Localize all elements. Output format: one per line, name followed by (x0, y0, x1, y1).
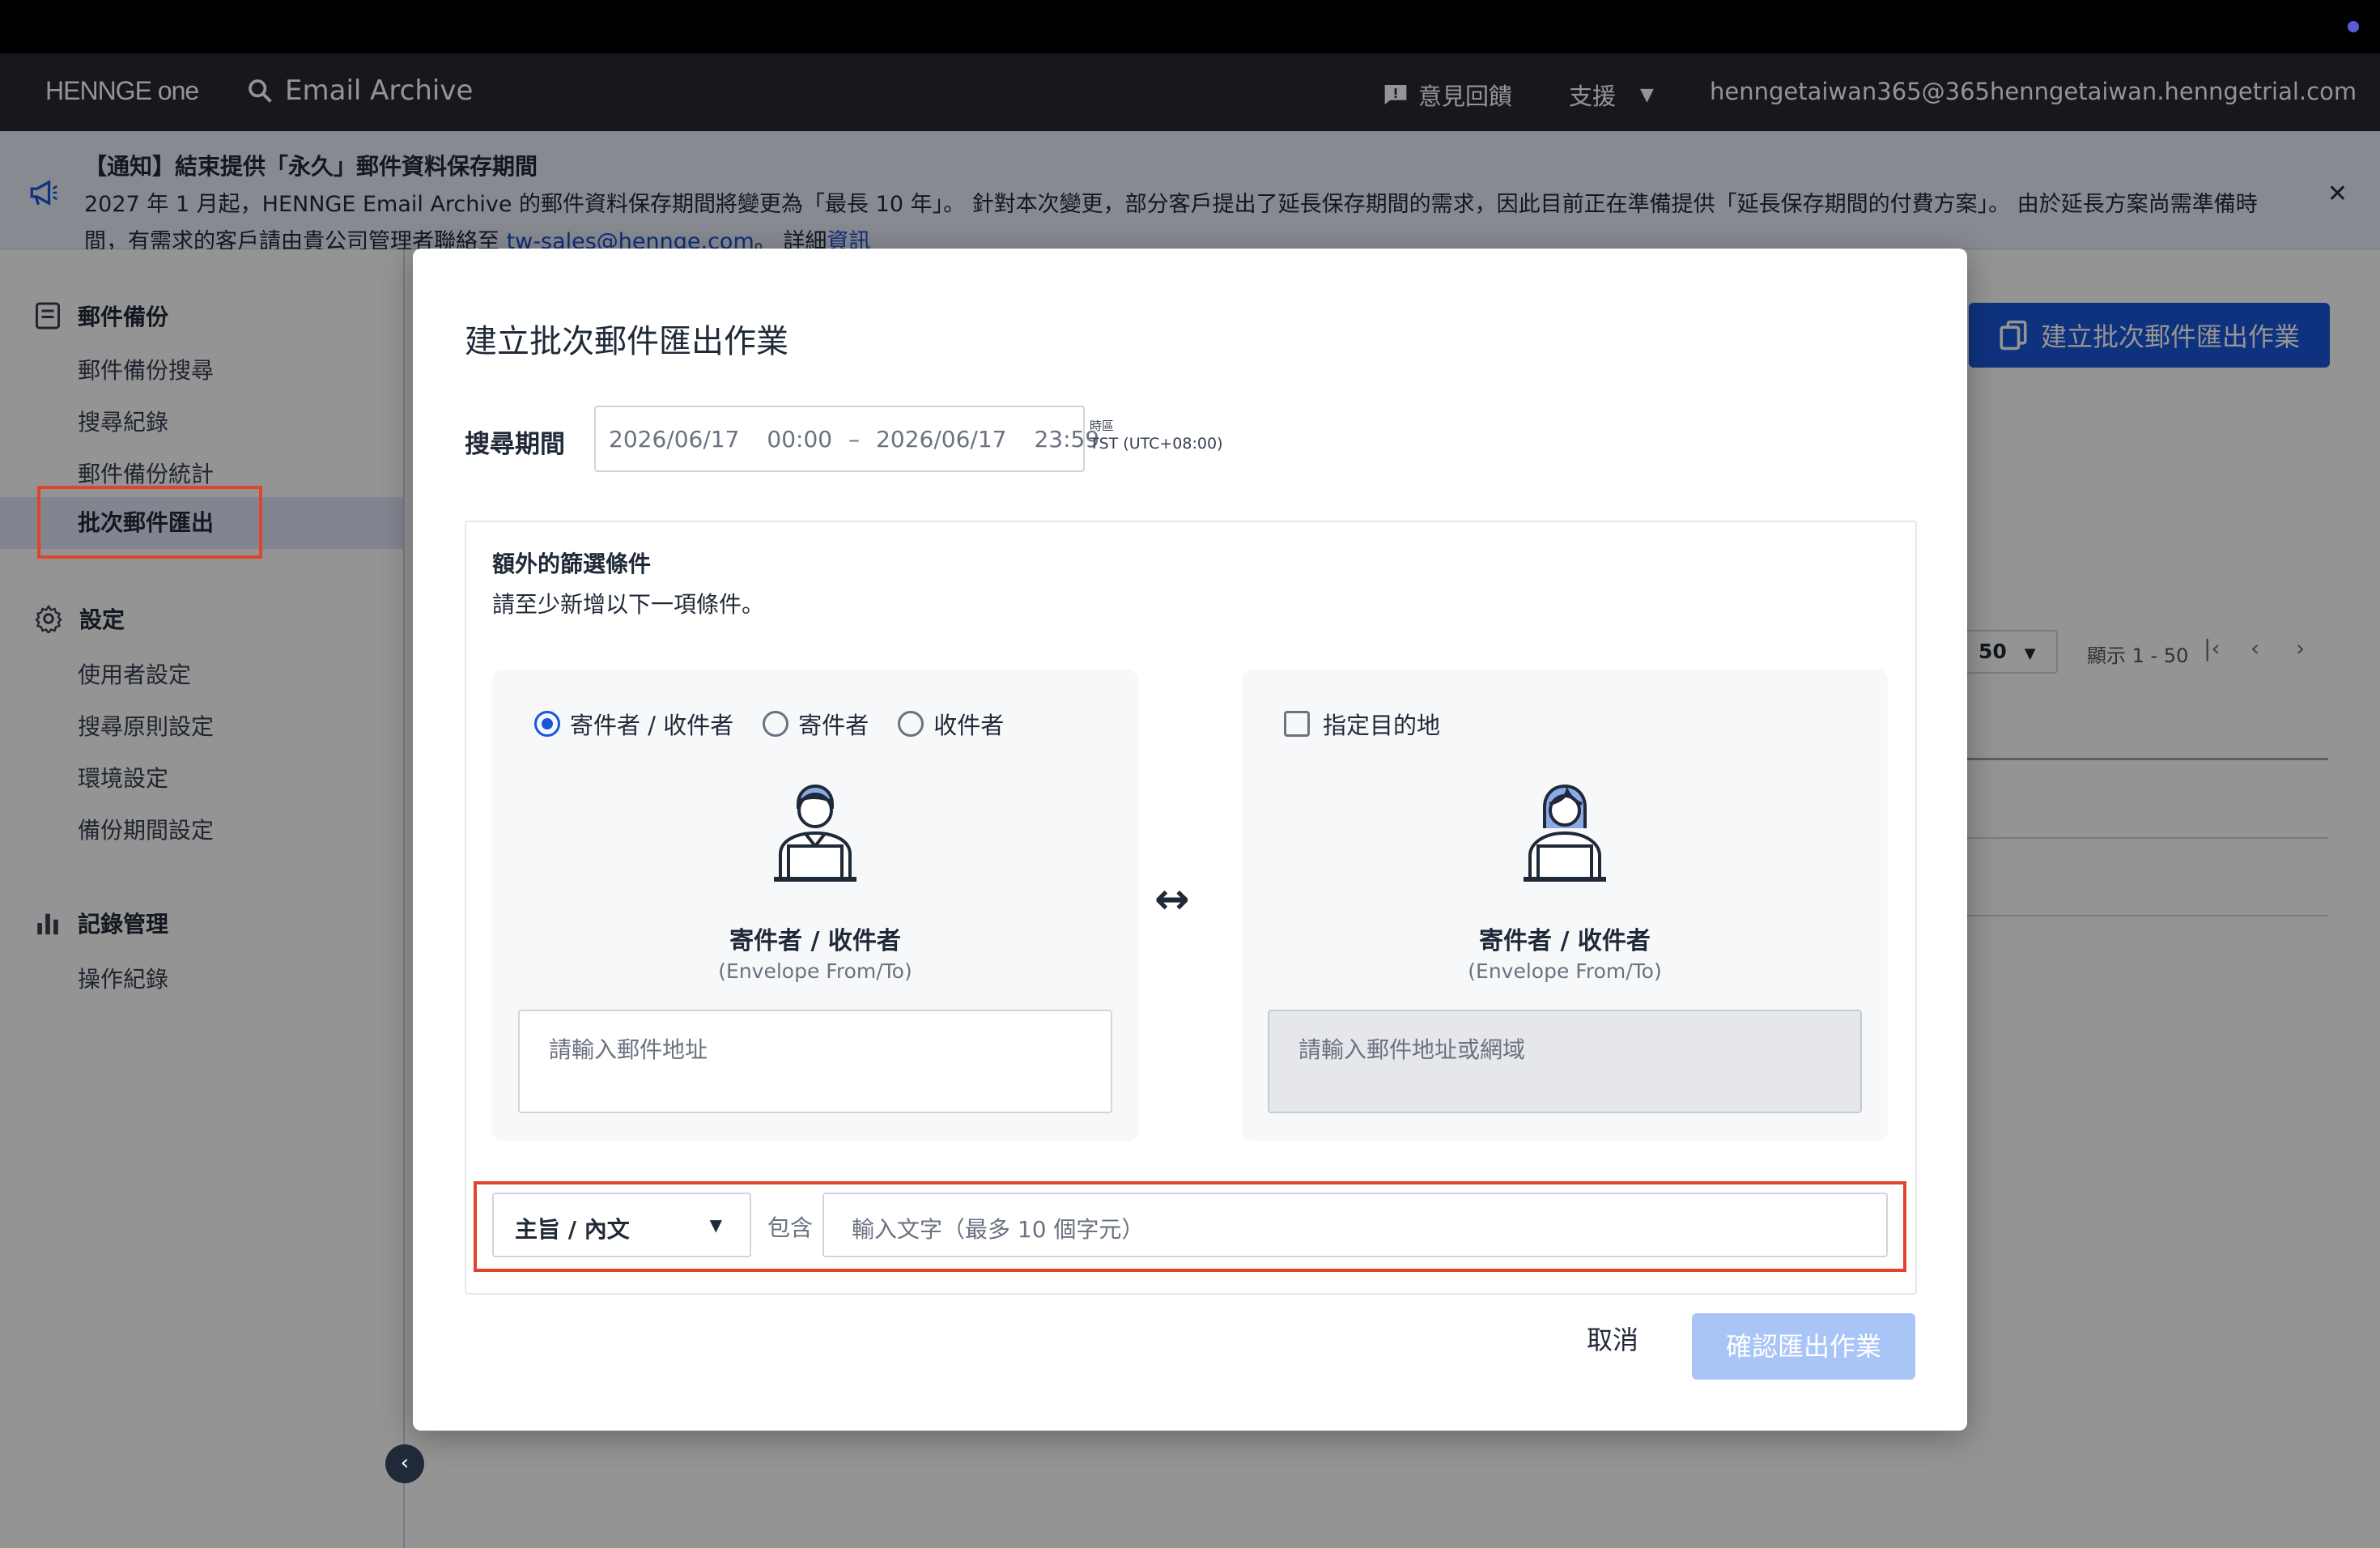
timezone-label: 時區 (1090, 419, 1115, 433)
highlight-box-sidebar (37, 486, 262, 559)
date-range-picker[interactable]: 2026/06/17 00:00 – 2026/06/17 23:59 (594, 406, 1099, 472)
radio-sender[interactable]: 寄件者 (763, 707, 869, 741)
batch-export-dialog: 建立批次郵件匯出作業 搜尋期間 2026/06/17 00:00 – 2026/… (413, 249, 1967, 1431)
checkbox-label: 指定目的地 (1323, 712, 1441, 739)
radio-label: 寄件者 / 收件者 (570, 712, 734, 739)
female-user-laptop-icon (1524, 784, 1606, 882)
email-address-input[interactable]: 請輸入郵件地址 (518, 1010, 1112, 1113)
chevron-left-icon: ‹ (400, 1451, 410, 1475)
filter-hint: 請至少新增以下一項條件。 (492, 591, 765, 618)
radio-label: 收件者 (933, 712, 1005, 739)
radio-recipient[interactable]: 收件者 (898, 707, 1004, 741)
dialog-title: 建立批次郵件匯出作業 (465, 323, 788, 360)
sender-recipient-card: 寄件者 / 收件者 寄件者 收件者 寄件者 / 收件者 (Envelope Fr… (492, 670, 1138, 1141)
radio-unselected (763, 711, 789, 737)
cancel-button[interactable]: 取消 (1587, 1320, 1638, 1357)
period-label: 搜尋期間 (465, 430, 565, 459)
timezone-info: 時區 TST (UTC+08:00) (1090, 417, 1222, 453)
extra-filter-panel: 額外的篩選條件 請至少新增以下一項條件。 寄件者 / 收件者 寄件者 收件者 寄… (465, 521, 1917, 1295)
status-dot (2348, 21, 2359, 32)
highlight-box-keyword (474, 1181, 1906, 1272)
destination-checkbox[interactable]: 指定目的地 (1284, 707, 1440, 741)
collapse-sidebar-button[interactable]: ‹ (385, 1444, 424, 1483)
party-radio-group: 寄件者 / 收件者 寄件者 收件者 (534, 707, 1033, 741)
right-card-subtitle: (Envelope From/To) (1468, 959, 1662, 983)
timezone-value: TST (UTC+08:00) (1090, 435, 1223, 453)
bidirectional-arrow-icon: ↔ (1154, 875, 1190, 924)
start-time: 00:00 (767, 425, 833, 453)
destination-card: 指定目的地 寄件者 / 收件者 (Envelope From/To) 請輸入郵件… (1242, 670, 1888, 1141)
radio-selected (534, 711, 560, 737)
left-card-subtitle: (Envelope From/To) (718, 959, 912, 983)
left-card-title: 寄件者 / 收件者 (729, 927, 901, 955)
os-top-bar (0, 0, 2380, 53)
radio-sender-recipient[interactable]: 寄件者 / 收件者 (534, 707, 733, 741)
confirm-export-button[interactable]: 確認匯出作業 (1692, 1313, 1915, 1380)
male-user-laptop-icon (774, 784, 856, 882)
filter-title: 額外的篩選條件 (492, 551, 652, 577)
radio-label: 寄件者 (798, 712, 869, 739)
start-date: 2026/06/17 (609, 425, 740, 453)
radio-unselected (898, 711, 924, 737)
right-card-title: 寄件者 / 收件者 (1479, 927, 1651, 955)
range-dash: – (848, 425, 861, 453)
end-date: 2026/06/17 (876, 425, 1007, 453)
checkbox-unchecked (1284, 711, 1310, 737)
email-or-domain-input: 請輸入郵件地址或網域 (1268, 1010, 1862, 1113)
